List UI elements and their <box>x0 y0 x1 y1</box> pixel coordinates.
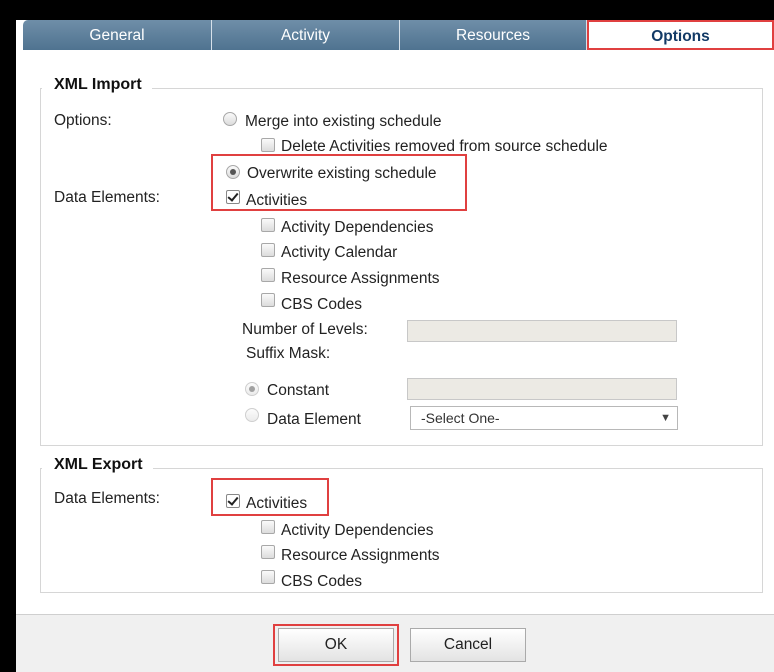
data-element-label: Data Element <box>267 411 361 428</box>
data-element-radio[interactable] <box>245 408 259 422</box>
options-label: Options: <box>54 112 112 129</box>
import-activity-dependencies-checkbox[interactable] <box>261 218 275 232</box>
export-data-elements-label: Data Elements: <box>54 490 160 507</box>
import-cbs-codes-label: CBS Codes <box>281 296 362 313</box>
export-cbs-codes-label: CBS Codes <box>281 573 362 590</box>
import-activity-calendar-checkbox[interactable] <box>261 243 275 257</box>
tab-general[interactable]: General <box>23 20 212 50</box>
import-resource-assignments-label: Resource Assignments <box>281 270 440 287</box>
xml-import-legend: XML Import <box>42 76 152 94</box>
overwrite-highlight <box>211 154 467 211</box>
export-resource-assignments-label: Resource Assignments <box>281 547 440 564</box>
import-activity-dependencies-label: Activity Dependencies <box>281 219 434 236</box>
import-cbs-codes-checkbox[interactable] <box>261 293 275 307</box>
tab-options[interactable]: Options <box>587 20 774 50</box>
tab-bar: General Activity Resources Options <box>23 20 774 50</box>
merge-radio[interactable] <box>223 112 237 126</box>
suffix-mask-label: Suffix Mask: <box>246 345 331 362</box>
xml-export-legend: XML Export <box>42 456 153 474</box>
tab-activity[interactable]: Activity <box>212 20 400 50</box>
chevron-down-icon: ▼ <box>660 412 671 424</box>
cancel-button[interactable]: Cancel <box>410 628 526 662</box>
export-activity-dependencies-label: Activity Dependencies <box>281 522 434 539</box>
constant-input[interactable] <box>407 378 677 400</box>
data-element-select[interactable]: -Select One- ▼ <box>410 406 678 430</box>
export-cbs-codes-checkbox[interactable] <box>261 570 275 584</box>
data-element-select-value: -Select One- <box>421 410 500 426</box>
import-activity-calendar-label: Activity Calendar <box>281 244 398 261</box>
export-activities-highlight <box>211 478 329 516</box>
merge-label: Merge into existing schedule <box>245 113 442 130</box>
delete-activities-checkbox[interactable] <box>261 138 275 152</box>
number-of-levels-label: Number of Levels: <box>242 321 368 338</box>
tab-resources[interactable]: Resources <box>400 20 587 50</box>
number-of-levels-input[interactable] <box>407 320 677 342</box>
button-bar: OK Cancel <box>16 614 774 672</box>
import-resource-assignments-checkbox[interactable] <box>261 268 275 282</box>
constant-radio[interactable] <box>245 382 259 396</box>
export-resource-assignments-checkbox[interactable] <box>261 545 275 559</box>
options-dialog: General Activity Resources Options XML I… <box>16 20 774 672</box>
export-activity-dependencies-checkbox[interactable] <box>261 520 275 534</box>
import-data-elements-label: Data Elements: <box>54 189 160 206</box>
ok-button[interactable]: OK <box>278 628 394 662</box>
constant-label: Constant <box>267 382 330 399</box>
